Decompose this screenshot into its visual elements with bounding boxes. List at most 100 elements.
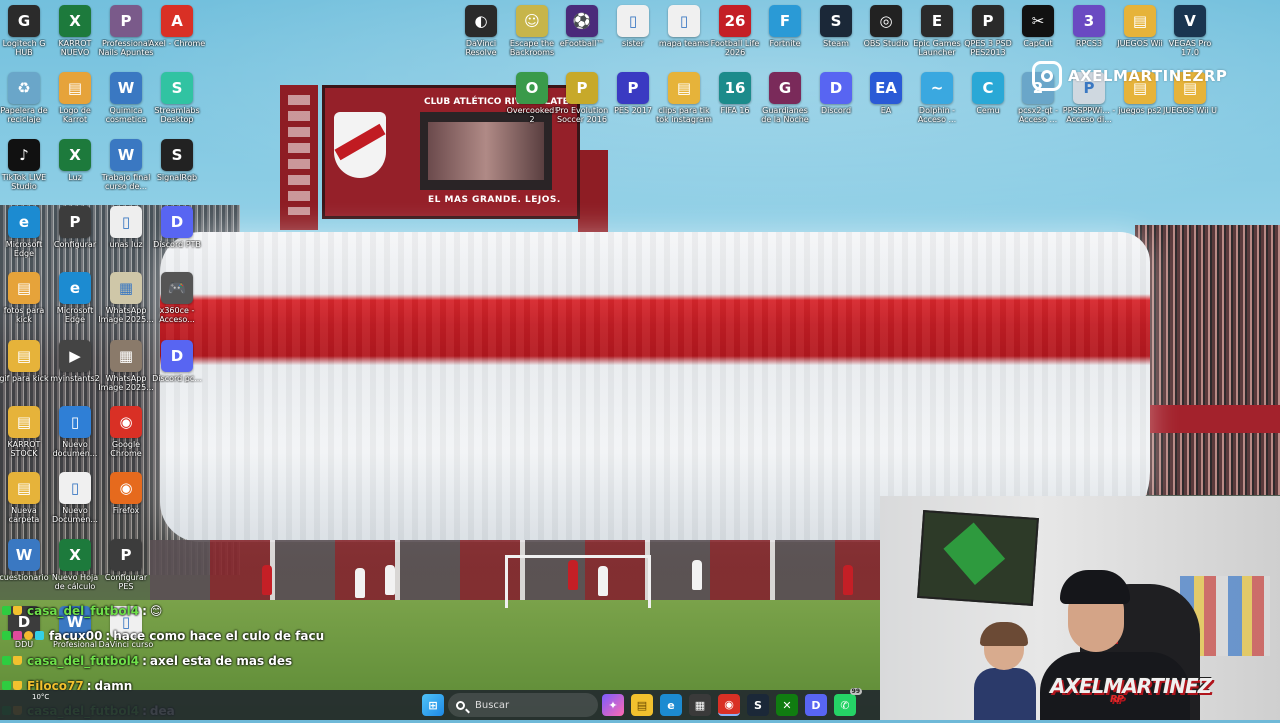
- player: [355, 568, 365, 598]
- app-icon: P: [972, 5, 1004, 37]
- store-icon[interactable]: ▦: [689, 694, 711, 716]
- desktop-shortcut[interactable]: ▯ Nuevo documen...: [46, 406, 104, 458]
- chat-username: casa_del_futbol4: [27, 603, 140, 618]
- desktop-shortcut[interactable]: A Axel - Chrome: [148, 5, 206, 48]
- desktop-shortcut[interactable]: ▤ Logo de Karrot: [46, 72, 104, 124]
- scoreboard-motto: EL MAS GRANDE. LEJOS.: [428, 195, 561, 205]
- shortcut-label: Quimica cosmetica: [105, 106, 147, 124]
- shortcut-label: Configurar: [53, 240, 97, 249]
- desktop-shortcut[interactable]: ▯ Nuevo Documen...: [46, 472, 104, 524]
- desktop-shortcut[interactable]: ▯ unas luz: [97, 206, 155, 249]
- app-icon: S: [820, 5, 852, 37]
- desktop-shortcut[interactable]: X Nuevo Hoja de cálculo: [46, 539, 104, 591]
- search-input[interactable]: [473, 698, 587, 712]
- desktop-shortcut[interactable]: 3 RPCS3: [1060, 5, 1118, 48]
- desktop-shortcut[interactable]: V VEGAS Pro 17.0: [1161, 5, 1219, 57]
- player: [692, 560, 702, 590]
- app-icon: ▤: [1124, 5, 1156, 37]
- start-icon[interactable]: ⊞: [422, 694, 444, 716]
- desktop-shortcut[interactable]: S Streamlabs Desktop: [148, 72, 206, 124]
- shortcut-label: PES 2017: [614, 106, 652, 115]
- desktop-shortcut[interactable]: ▯ mapa teams: [655, 5, 713, 48]
- app-icon: D: [820, 72, 852, 104]
- desktop-shortcut[interactable]: E Epic Games Launcher: [908, 5, 966, 57]
- shortcut-label: Firefox: [112, 506, 140, 515]
- desktop-shortcut[interactable]: S SignalRgb: [148, 139, 206, 182]
- desktop-shortcut[interactable]: ◉ Firefox: [97, 472, 155, 515]
- desktop-shortcut[interactable]: P Pro Evolution Soccer 2016: [553, 72, 611, 124]
- app-icon: EA: [870, 72, 902, 104]
- desktop-shortcut[interactable]: X KARROT NUEVO: [46, 5, 104, 57]
- desktop-shortcut[interactable]: ◐ DaVinci Resolve: [452, 5, 510, 57]
- shortcut-label: Nuevo documen...: [52, 440, 98, 458]
- desktop-shortcut[interactable]: P Professional Nails Apuntes: [97, 5, 155, 57]
- kick-badge-icon: [2, 681, 11, 690]
- desktop-shortcut[interactable]: ◎ OBS Studio: [857, 5, 915, 48]
- desktop-shortcut[interactable]: X Luz: [46, 139, 104, 182]
- desktop-shortcut[interactable]: P PES 2017: [604, 72, 662, 115]
- desktop-shortcut[interactable]: ◉ Google Chrome: [97, 406, 155, 458]
- chat-text: axel esta de mas des: [149, 653, 293, 668]
- app-icon: S: [161, 72, 193, 104]
- watermark-handle: AXELMARTINEZRP: [1068, 67, 1228, 85]
- weather-widget[interactable]: 10°C: [32, 693, 49, 701]
- app-icon: ♻: [8, 72, 40, 104]
- app-icon: P: [566, 72, 598, 104]
- discord-icon[interactable]: D: [805, 694, 827, 716]
- shortcut-label: WhatsApp Image 2025...: [98, 306, 154, 324]
- desktop-shortcut[interactable]: ▦ WhatsApp Image 2025...: [97, 340, 155, 392]
- steam-icon[interactable]: S: [747, 694, 769, 716]
- chat-text: 😊: [149, 603, 163, 618]
- shortcut-label: SignalRgb: [156, 173, 198, 182]
- app-icon: ◉: [110, 472, 142, 504]
- app-icon: ▦: [110, 340, 142, 372]
- shortcut-label: Nuevo Hoja de cálculo: [51, 573, 99, 591]
- shortcut-label: KARROT NUEVO: [58, 39, 92, 57]
- shortcut-label: eFootball™: [559, 39, 605, 48]
- taskbar-search-box[interactable]: [448, 693, 598, 717]
- desktop-shortcut[interactable]: e Microsoft Edge: [46, 272, 104, 324]
- app-icon: ☺: [516, 5, 548, 37]
- shortcut-label: Professional Nails Apuntes: [98, 39, 154, 57]
- desktop-shortcut[interactable]: F Fortnite: [756, 5, 814, 48]
- desktop-shortcut[interactable]: EA EA: [857, 72, 915, 115]
- coca-cola-tower: [280, 85, 318, 230]
- desktop-shortcut[interactable]: P Configurar: [46, 206, 104, 249]
- shortcut-label: Luz: [68, 173, 82, 182]
- app-icon: 3: [1073, 5, 1105, 37]
- chat-separator: :: [142, 603, 147, 618]
- desktop-shortcut[interactable]: G Guardianes de la Noche: [756, 72, 814, 124]
- desktop-shortcut[interactable]: ▤ clips para tik tok instagram: [655, 72, 713, 124]
- copilot-icon[interactable]: ✦: [602, 694, 624, 716]
- desktop-shortcut[interactable]: ⚽ eFootball™: [553, 5, 611, 48]
- app-icon: ▤: [668, 72, 700, 104]
- desktop-shortcut[interactable]: D Discord PTB: [148, 206, 206, 249]
- kick-badge-icon: [2, 631, 11, 640]
- desktop-shortcut[interactable]: ▦ WhatsApp Image 2025...: [97, 272, 155, 324]
- desktop-shortcut[interactable]: D Discord pc...: [148, 340, 206, 383]
- subscriber-badge-icon: [35, 631, 44, 640]
- instagram-watermark: AXELMARTINEZRP: [1032, 59, 1227, 93]
- edge-icon[interactable]: e: [660, 694, 682, 716]
- app-icon: ~: [921, 72, 953, 104]
- app-icon: P: [59, 206, 91, 238]
- chrome-icon[interactable]: ◉: [718, 694, 740, 716]
- desktop-shortcut[interactable]: ✂ CapCut: [1009, 5, 1067, 48]
- app-icon: ⚽: [566, 5, 598, 37]
- xbox-icon[interactable]: ✕: [776, 694, 798, 716]
- file-explorer-icon[interactable]: ▤: [631, 694, 653, 716]
- desktop-shortcut[interactable]: ▶ myinstants2: [46, 340, 104, 383]
- app-icon: P: [110, 5, 142, 37]
- notification-count-badge: 99: [849, 688, 862, 695]
- shortcut-label: Streamlabs Desktop: [154, 106, 200, 124]
- whatsapp-icon[interactable]: ✆ 99: [834, 688, 862, 716]
- app-icon: P: [110, 539, 142, 571]
- desktop-shortcut[interactable]: ▯ sister: [604, 5, 662, 48]
- desktop-shortcut[interactable]: ~ Dolphin - Acceso ...: [908, 72, 966, 124]
- desktop-shortcut[interactable]: W Quimica cosmetica: [97, 72, 155, 124]
- tower-right: [578, 150, 608, 240]
- app-icon: ▤: [8, 272, 40, 304]
- desktop-shortcut[interactable]: 🎮 x360ce - Acceso...: [148, 272, 206, 324]
- desktop-shortcut[interactable]: W Trabajo final curso de...: [97, 139, 155, 191]
- desktop-shortcut[interactable]: P Configurar PES: [97, 539, 155, 591]
